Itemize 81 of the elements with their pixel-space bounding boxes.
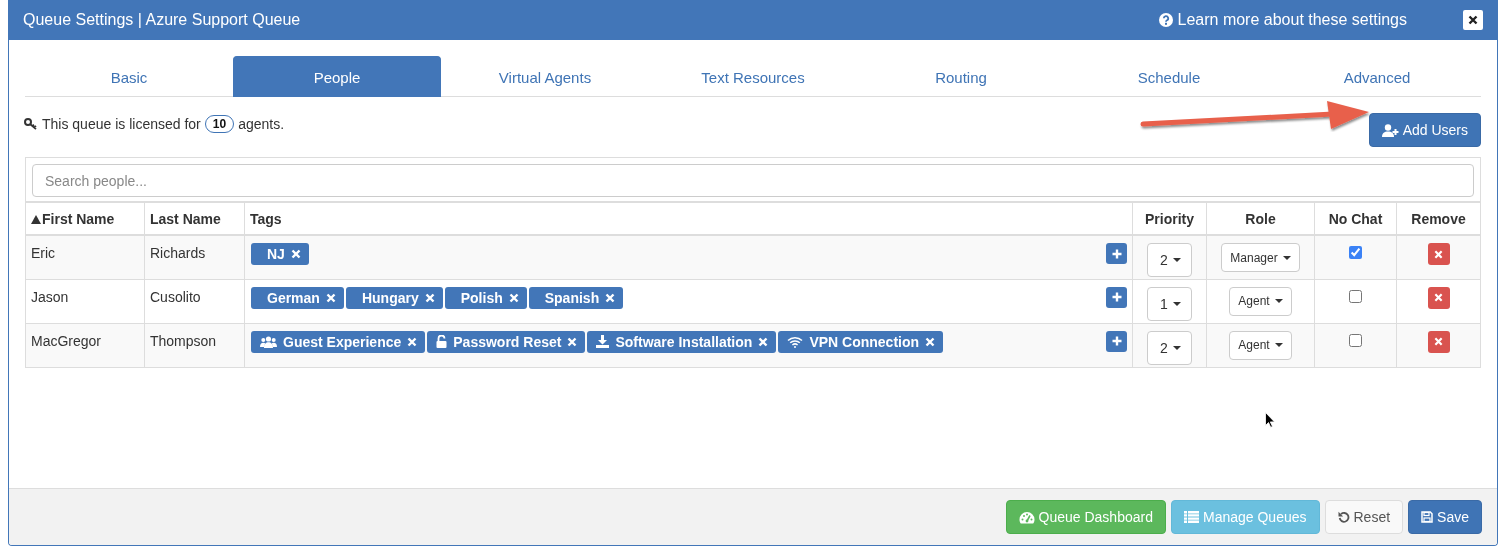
remove-tag-icon[interactable] [567,336,578,347]
tag-label: Hungary [361,289,419,306]
no-chat-checkbox[interactable] [1349,289,1362,303]
undo-icon [1337,511,1350,523]
license-text: agents. [238,116,285,132]
remove-tag-icon[interactable] [290,249,301,259]
caret-icon [1282,255,1291,260]
unlocked-padlock-icon [436,335,448,348]
tab[interactable]: Basic [25,56,233,97]
role-dropdown[interactable]: Manager [1221,243,1300,272]
remove-tag-icon[interactable] [424,292,435,303]
column-header[interactable]: Role [1245,210,1276,227]
tag-label: Polish [460,289,503,306]
remove-tag-icon[interactable] [508,292,519,303]
delete-icon [1434,293,1443,302]
tab[interactable]: Text Resources [649,56,857,97]
add-tag-button[interactable] [1106,286,1127,308]
remove-tag-icon[interactable] [758,336,769,347]
tab[interactable]: Schedule [1065,56,1273,97]
plus-icon [1111,292,1122,302]
priority-dropdown[interactable]: 1 [1147,286,1192,321]
add-users-button[interactable]: Add Users [1368,113,1481,147]
remove-button[interactable] [1427,330,1450,353]
user-add-icon [1381,123,1399,137]
gauge-icon [1018,510,1035,524]
download-icon [596,335,610,348]
list-icon [1183,511,1199,523]
first-name: Jason [31,287,69,305]
role-dropdown[interactable]: Agent [1229,286,1292,316]
tag-label: Guest Experience [283,333,402,350]
wifi-icon [787,335,804,348]
add-tag-button[interactable] [1106,243,1127,264]
remove-tag-icon[interactable] [325,292,336,303]
last-name: Thompson [150,331,217,349]
first-name: MacGregor [31,331,102,349]
help-link[interactable]: Learn more about these settings [1158,11,1407,29]
tab[interactable]: Routing [857,56,1065,97]
first-name: Eric [31,244,56,261]
last-name: Cusolito [150,287,201,305]
priority-dropdown[interactable]: 2 [1147,330,1192,365]
plus-icon [1111,248,1122,259]
role-dropdown[interactable]: Agent [1229,330,1292,360]
delete-icon [1434,337,1443,346]
help-icon [1158,13,1173,27]
close-button[interactable] [1463,10,1483,30]
tab[interactable]: Virtual Agents [441,56,649,97]
license-text: This queue is licensed for [42,116,201,132]
caret-icon [1274,343,1283,347]
tag-label: NJ [267,246,285,262]
remove-tag-icon[interactable] [407,336,418,347]
group-icon [260,335,277,348]
tag-label: Password Reset [453,333,562,350]
search-field[interactable]: Search people... [32,164,1474,197]
caret-icon [1172,258,1181,262]
remove-button[interactable] [1427,243,1450,265]
tag-label: German [267,289,320,306]
last-name: Richards [150,244,206,261]
no-chat-checkbox[interactable] [1349,246,1362,259]
close-icon [1468,15,1478,25]
tag-label: Software Installation [615,333,753,350]
cursor-icon [1265,412,1275,428]
save-button[interactable]: Save [1408,500,1482,534]
reset-button[interactable]: Reset [1324,500,1404,534]
tag-label: VPN Connection [809,333,920,350]
remove-tag-icon[interactable] [605,292,616,303]
tag-label: Spanish [544,289,600,306]
tab[interactable]: People [233,56,441,97]
remove-tag-icon[interactable] [925,336,936,347]
tab[interactable]: Advanced [1273,56,1481,97]
delete-icon [1434,249,1443,259]
add-tag-button[interactable] [1106,330,1127,352]
no-chat-checkbox[interactable] [1349,333,1362,347]
caret-icon [1172,301,1181,306]
caret-icon [1274,299,1283,303]
remove-button[interactable] [1427,286,1450,309]
caret-icon [1172,345,1181,350]
plus-icon [1111,336,1122,346]
column-header[interactable]: Tags [250,210,282,227]
dialog-title: Queue Settings | Azure Support Queue [23,11,302,29]
priority-dropdown[interactable]: 2 [1147,243,1192,277]
key-icon [24,118,38,130]
